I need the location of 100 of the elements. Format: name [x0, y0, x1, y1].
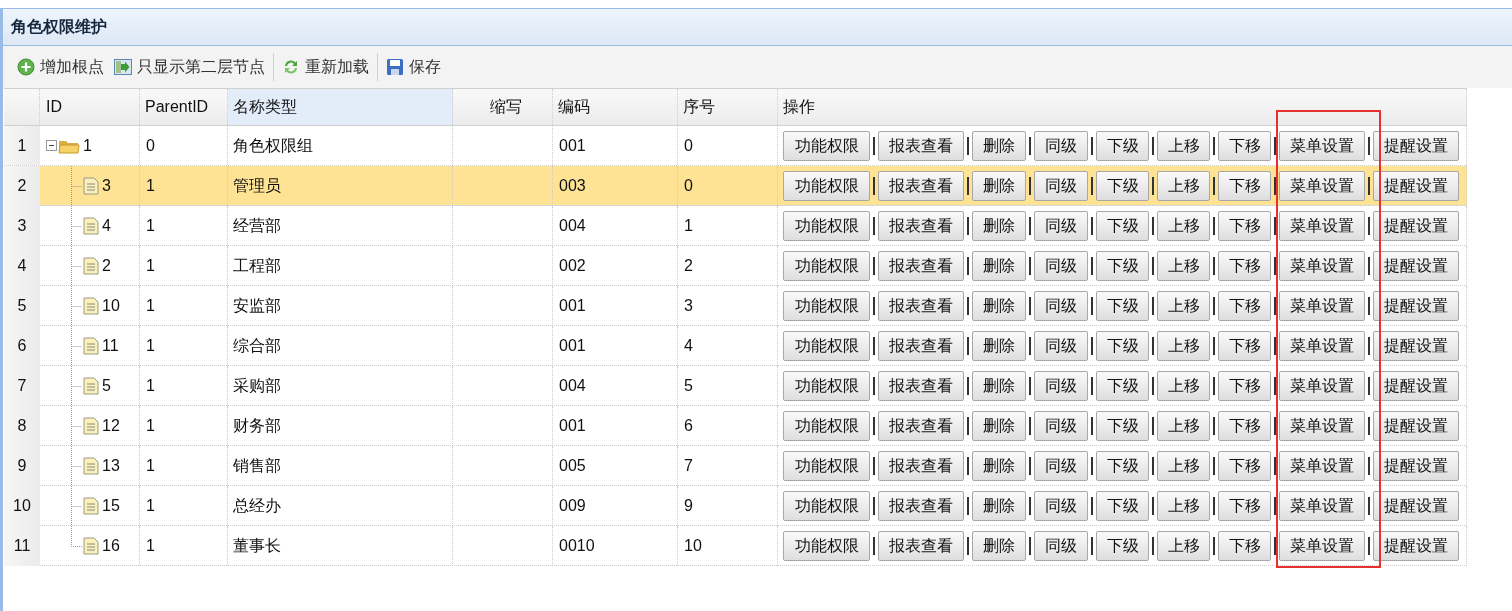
- action-button[interactable]: 提醒设置: [1373, 531, 1459, 561]
- action-button[interactable]: 报表查看: [878, 211, 964, 241]
- action-button[interactable]: 同级: [1034, 251, 1088, 281]
- action-button[interactable]: 同级: [1034, 331, 1088, 361]
- action-button[interactable]: 提醒设置: [1373, 130, 1459, 161]
- toolbar-button[interactable]: 增加根点: [15, 53, 106, 81]
- action-button[interactable]: 下移: [1218, 491, 1271, 521]
- action-button[interactable]: 下级: [1096, 291, 1149, 321]
- action-button[interactable]: 下级: [1096, 331, 1149, 361]
- table-row[interactable]: 2 3 1 管理员 003 0 功能权限 报表查看 删除 同级 下级 上移 下移 菜单设置 提醒设置: [4, 166, 1467, 206]
- table-row[interactable]: 6 11 1 综合部 001 4 功能权限 报表查看 删除 同级 下级 上移 下移 菜单设置 提醒设置: [4, 326, 1467, 366]
- action-button[interactable]: 上移: [1157, 130, 1210, 161]
- action-button[interactable]: 提醒设置: [1373, 211, 1459, 241]
- action-button[interactable]: 提醒设置: [1373, 331, 1459, 361]
- table-row[interactable]: 8 12 1 财务部 001 6 功能权限 报表查看 删除 同级 下级 上移 下移 菜单设置 提醒设置: [4, 406, 1467, 446]
- action-button[interactable]: 删除: [972, 171, 1026, 201]
- action-button[interactable]: 提醒设置: [1373, 451, 1459, 481]
- action-button[interactable]: 上移: [1157, 371, 1210, 401]
- table-row[interactable]: 3 4 1 经营部 004 1 功能权限 报表查看 删除 同级 下级 上移 下移 菜单设置 提醒设置: [4, 206, 1467, 246]
- column-header[interactable]: 操作: [778, 89, 1467, 125]
- action-button[interactable]: 上移: [1157, 291, 1210, 321]
- action-button[interactable]: 菜单设置: [1279, 411, 1365, 441]
- action-button[interactable]: 下移: [1218, 451, 1271, 481]
- action-button[interactable]: 报表查看: [878, 331, 964, 361]
- action-button[interactable]: 删除: [972, 411, 1026, 441]
- action-button[interactable]: 提醒设置: [1373, 411, 1459, 441]
- action-button[interactable]: 提醒设置: [1373, 371, 1459, 401]
- action-button[interactable]: 下级: [1096, 211, 1149, 241]
- action-button[interactable]: 提醒设置: [1373, 291, 1459, 321]
- column-header[interactable]: ID: [40, 89, 140, 125]
- action-button[interactable]: 同级: [1034, 130, 1088, 161]
- action-button[interactable]: 下级: [1096, 411, 1149, 441]
- action-button[interactable]: 下级: [1096, 130, 1149, 161]
- action-button[interactable]: 删除: [972, 331, 1026, 361]
- action-button[interactable]: 功能权限: [783, 371, 870, 401]
- action-button[interactable]: 菜单设置: [1279, 291, 1365, 321]
- action-button[interactable]: 功能权限: [783, 130, 870, 161]
- action-button[interactable]: 下级: [1096, 531, 1149, 561]
- action-button[interactable]: 功能权限: [783, 291, 870, 321]
- action-button[interactable]: 删除: [972, 251, 1026, 281]
- action-button[interactable]: 上移: [1157, 491, 1210, 521]
- action-button[interactable]: 功能权限: [783, 171, 870, 201]
- action-button[interactable]: 上移: [1157, 251, 1210, 281]
- action-button[interactable]: 下移: [1218, 291, 1271, 321]
- action-button[interactable]: 上移: [1157, 171, 1210, 201]
- action-button[interactable]: 菜单设置: [1279, 371, 1365, 401]
- action-button[interactable]: 下移: [1218, 171, 1271, 201]
- action-button[interactable]: 删除: [972, 451, 1026, 481]
- table-row[interactable]: 10 15 1 总经办 009 9 功能权限 报表查看 删除 同级 下级 上移 下移 菜单设置 提醒设置: [4, 486, 1467, 526]
- action-button[interactable]: 下级: [1096, 371, 1149, 401]
- collapse-icon[interactable]: [46, 140, 57, 151]
- action-button[interactable]: 下级: [1096, 171, 1149, 201]
- action-button[interactable]: 删除: [972, 491, 1026, 521]
- action-button[interactable]: 功能权限: [783, 491, 870, 521]
- column-header[interactable]: 缩写: [453, 89, 553, 125]
- column-header[interactable]: 序号: [678, 89, 778, 125]
- action-button[interactable]: 删除: [972, 371, 1026, 401]
- action-button[interactable]: 报表查看: [878, 491, 964, 521]
- action-button[interactable]: 上移: [1157, 531, 1210, 561]
- table-row[interactable]: 11 16 1 董事长 0010 10 功能权限 报表查看 删除 同级 下级 上移 下移 菜单设置 提醒设置: [4, 526, 1467, 566]
- toolbar-button[interactable]: 保存: [384, 53, 443, 81]
- action-button[interactable]: 下移: [1218, 531, 1271, 561]
- toolbar-button[interactable]: 只显示第二层节点: [112, 53, 267, 81]
- action-button[interactable]: 提醒设置: [1373, 491, 1459, 521]
- action-button[interactable]: 同级: [1034, 211, 1088, 241]
- action-button[interactable]: 菜单设置: [1279, 251, 1365, 281]
- action-button[interactable]: 上移: [1157, 411, 1210, 441]
- action-button[interactable]: 菜单设置: [1279, 211, 1365, 241]
- action-button[interactable]: 报表查看: [878, 531, 964, 561]
- action-button[interactable]: 下移: [1218, 130, 1271, 161]
- action-button[interactable]: 删除: [972, 291, 1026, 321]
- action-button[interactable]: 功能权限: [783, 531, 870, 561]
- action-button[interactable]: 报表查看: [878, 251, 964, 281]
- action-button[interactable]: 同级: [1034, 451, 1088, 481]
- action-button[interactable]: 下级: [1096, 491, 1149, 521]
- action-button[interactable]: 菜单设置: [1279, 531, 1365, 561]
- action-button[interactable]: 提醒设置: [1373, 171, 1459, 201]
- action-button[interactable]: 下移: [1218, 251, 1271, 281]
- table-row[interactable]: 9 13 1 销售部 005 7 功能权限 报表查看 删除 同级 下级 上移 下移 菜单设置 提醒设置: [4, 446, 1467, 486]
- action-button[interactable]: 下移: [1218, 411, 1271, 441]
- action-button[interactable]: 报表查看: [878, 130, 964, 161]
- action-button[interactable]: 菜单设置: [1279, 171, 1365, 201]
- action-button[interactable]: 同级: [1034, 531, 1088, 561]
- action-button[interactable]: 下级: [1096, 251, 1149, 281]
- action-button[interactable]: 同级: [1034, 291, 1088, 321]
- action-button[interactable]: 菜单设置: [1279, 451, 1365, 481]
- column-header[interactable]: 名称类型: [228, 89, 453, 125]
- column-header[interactable]: 编码: [553, 89, 678, 125]
- action-button[interactable]: 下移: [1218, 371, 1271, 401]
- action-button[interactable]: 报表查看: [878, 291, 964, 321]
- action-button[interactable]: 功能权限: [783, 451, 870, 481]
- action-button[interactable]: 报表查看: [878, 171, 964, 201]
- action-button[interactable]: 删除: [972, 211, 1026, 241]
- table-row[interactable]: 4 2 1 工程部 002 2 功能权限 报表查看 删除 同级 下级 上移 下移 菜单设置 提醒设置: [4, 246, 1467, 286]
- action-button[interactable]: 提醒设置: [1373, 251, 1459, 281]
- toolbar-button[interactable]: 重新加载: [280, 53, 371, 81]
- action-button[interactable]: 删除: [972, 531, 1026, 561]
- action-button[interactable]: 报表查看: [878, 411, 964, 441]
- action-button[interactable]: 菜单设置: [1279, 331, 1365, 361]
- action-button[interactable]: 功能权限: [783, 411, 870, 441]
